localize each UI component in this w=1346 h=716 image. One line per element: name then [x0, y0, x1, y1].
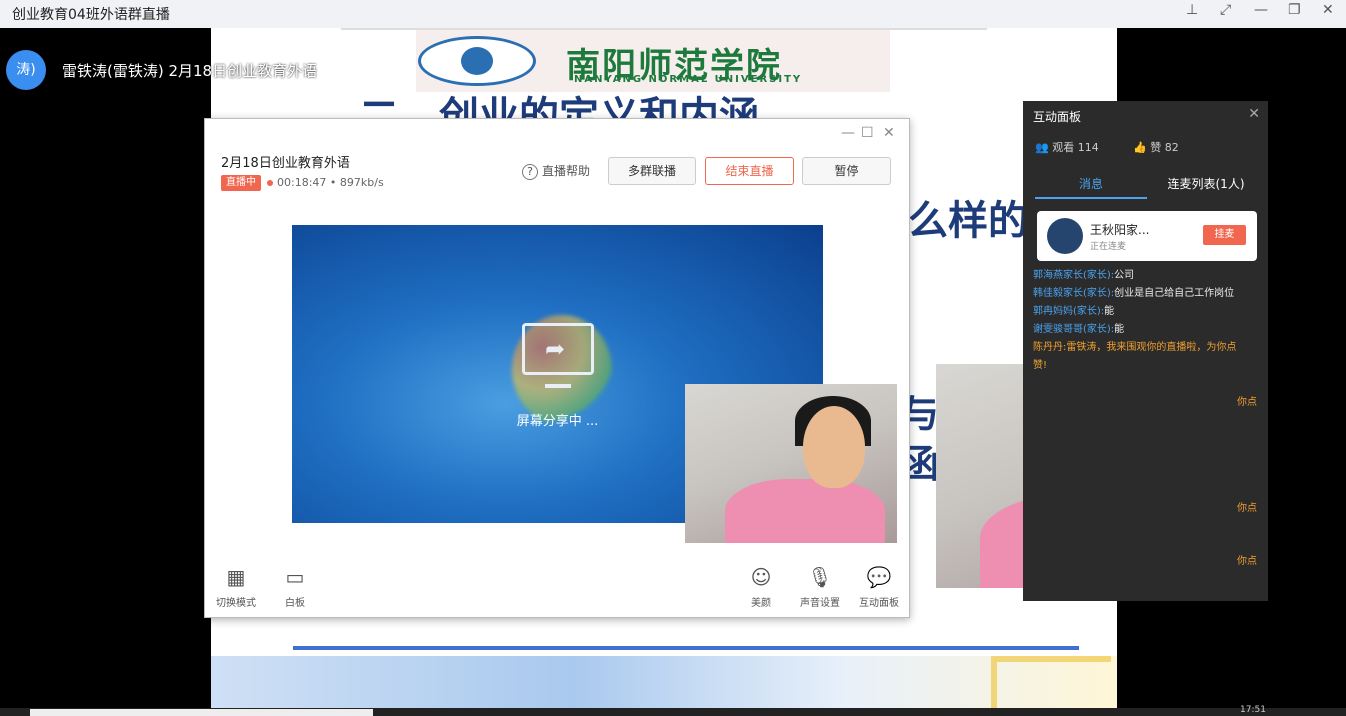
list-item: 谢雯骏哥哥(家长):能 [1033, 324, 1125, 335]
close-icon[interactable]: ✕ [1248, 106, 1260, 122]
viewer-count-label: 观看 114 [1052, 141, 1099, 154]
end-live-button[interactable]: 结束直播 [705, 157, 794, 185]
slide-underline [293, 646, 1079, 650]
mic-user-name: 王秋阳家... [1090, 223, 1150, 237]
clock: 17:51 [1240, 705, 1266, 715]
slide-text-fragment: 么样的 [908, 197, 1028, 244]
thumbs-up-icon: 👍 [1133, 141, 1147, 154]
scrollbar[interactable] [30, 709, 373, 716]
whiteboard-button[interactable]: ▭ 白板 [270, 564, 320, 609]
list-item: 赞! [1033, 360, 1048, 371]
hang-up-button[interactable]: 挂麦 [1203, 225, 1246, 245]
interaction-panel-label: 互动面板 [859, 598, 899, 609]
list-item: 韩佳毅家长(家长):创业是自己给自己工作岗位 [1033, 288, 1235, 299]
live-help-label: 直播帮助 [542, 164, 591, 178]
expand-icon[interactable]: ⤢ [1220, 2, 1231, 18]
pause-button[interactable]: 暂停 [802, 157, 891, 185]
webcam-preview [685, 384, 897, 543]
multi-group-button[interactable]: 多群联播 [608, 157, 696, 185]
panel-title: 互动面板 [1033, 110, 1082, 124]
message-list: 郭海燕家长(家长):公司 韩佳毅家长(家长):创业是自己给自己工作岗位 郭冉妈妈… [1033, 267, 1263, 375]
maximize-icon[interactable]: ☐ [861, 125, 874, 141]
close-icon[interactable]: ✕ [883, 125, 895, 141]
restore-icon[interactable]: ❐ [1288, 2, 1301, 18]
minimize-icon[interactable]: — [841, 125, 855, 141]
smile-icon: ☺ [750, 565, 772, 589]
viewer-count: 👥 观看 114 [1035, 139, 1099, 155]
presenter-avatar: 涛) [6, 50, 46, 90]
slide-footer-banner [211, 656, 1117, 716]
microphone-icon: 🎙 [807, 565, 833, 589]
mic-user-card: 王秋阳家... 正在连麦 挂麦 [1037, 211, 1257, 261]
tab-messages[interactable]: 消息 [1035, 175, 1147, 192]
live-dot-icon [267, 180, 273, 186]
mic-user-avatar [1047, 218, 1083, 254]
minimize-icon[interactable]: — [1254, 2, 1268, 18]
share-arrow-icon: ➦ [545, 335, 566, 363]
viewers-icon: 👥 [1035, 141, 1049, 154]
live-badge: 直播中 [221, 175, 261, 191]
list-item: 郭冉妈妈(家长):能 [1033, 306, 1115, 317]
interaction-panel-button[interactable]: 💬 互动面板 [854, 564, 904, 609]
switch-mode-label: 切换模式 [216, 598, 256, 609]
university-logo: 南阳师范学院 NANYANG NORMAL UNIVERSITY [416, 30, 890, 92]
close-icon[interactable]: ✕ [1322, 2, 1334, 18]
whiteboard-label: 白板 [285, 598, 305, 609]
interaction-panel: 互动面板 ✕ 👥 观看 114 👍 赞 82 消息 连麦列表(1人) 王秋阳家.… [1023, 101, 1268, 601]
pin-icon[interactable]: ⊥ [1186, 2, 1198, 18]
active-tab-indicator [1035, 197, 1147, 199]
broadcast-window: — ☐ ✕ 2月18日创业教育外语 直播中 00:18:47 • 897kb/s… [204, 118, 910, 618]
session-title: 2月18日创业教育外语 [221, 156, 350, 171]
switch-mode-button[interactable]: ▦ 切换模式 [211, 564, 261, 609]
taskbar: 17:51 [0, 705, 1346, 716]
like-count: 👍 赞 82 [1133, 139, 1179, 155]
window-title: 创业教育04班外语群直播 [12, 7, 170, 23]
live-duration-bitrate: 00:18:47 • 897kb/s [277, 176, 384, 189]
whiteboard-icon: ▭ [285, 565, 305, 589]
tab-mic-list[interactable]: 连麦列表(1人) [1147, 175, 1265, 192]
beauty-button[interactable]: ☺ 美颜 [736, 564, 786, 609]
like-count-label: 赞 82 [1150, 141, 1179, 154]
grid-icon: ▦ [226, 565, 246, 589]
question-icon: ? [522, 164, 538, 180]
university-emblem [418, 36, 536, 86]
list-item: 陈丹丹:雷铁涛，我来围观你的直播啦，为你点 [1033, 342, 1237, 353]
sound-settings-label: 声音设置 [800, 598, 840, 609]
window-titlebar: 创业教育04班外语群直播 ⊥ ⤢ — ❐ ✕ [0, 0, 1346, 28]
sound-settings-button[interactable]: 🎙 声音设置 [795, 564, 845, 609]
chat-bubble-icon: 💬 [866, 565, 892, 589]
message-fragment: 你点 [1237, 556, 1257, 567]
person-body [725, 479, 885, 543]
list-item: 郭海燕家长(家长):公司 [1033, 270, 1135, 281]
person-face [803, 406, 865, 488]
message-fragment: 你点 [1237, 397, 1257, 408]
mic-user-status: 正在连麦 [1090, 242, 1127, 252]
live-help-link[interactable]: ? 直播帮助 [522, 162, 590, 180]
presenter-title: 雷铁涛(雷铁涛) 2月18日创业教育外语 [62, 62, 318, 80]
beauty-label: 美颜 [751, 598, 771, 609]
message-fragment: 你点 [1237, 503, 1257, 514]
